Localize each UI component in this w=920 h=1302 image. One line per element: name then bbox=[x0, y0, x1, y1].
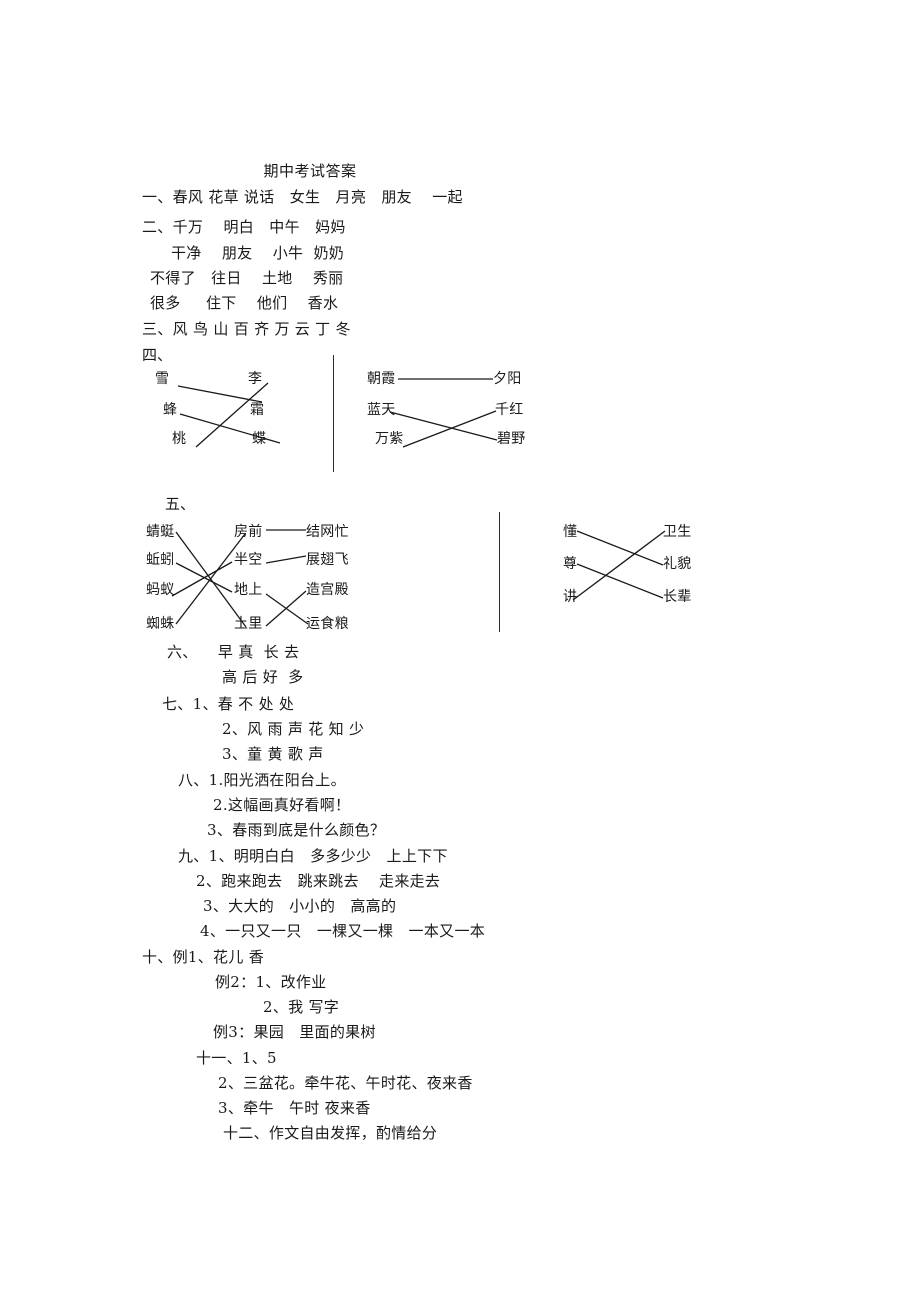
s4b-right-word-2: 千红 bbox=[495, 402, 524, 418]
section-7-line-1: 七、1、春 不 处 处 bbox=[162, 695, 295, 713]
s5-connector-dishang-yunshiliang bbox=[265, 593, 309, 625]
s5-connector-bankong-zhanchifei bbox=[265, 555, 307, 564]
section-9-line-1: 九、1、明明白白 多多少少 上上下下 bbox=[178, 847, 448, 865]
section-4-divider bbox=[333, 355, 334, 472]
s4b-connector-wanzi-qianhong bbox=[402, 410, 497, 448]
s5-col3-word-3: 造宫殿 bbox=[306, 582, 349, 598]
page-title-text: 期中考试答案 bbox=[263, 162, 357, 180]
s4-left-word-2: 蜂 bbox=[163, 402, 178, 418]
section-12-line: 十二、作文自由发挥，酌情给分 bbox=[223, 1124, 438, 1142]
section-11-line-2: 2、三盆花。牵牛花、午时花、夜来香 bbox=[218, 1074, 473, 1092]
s4b-right-word-1: 夕阳 bbox=[493, 371, 522, 387]
section-9-line-3: 3、大大的 小小的 高高的 bbox=[203, 897, 397, 915]
s5-col3-word-2: 展翅飞 bbox=[306, 552, 349, 568]
section-5-label: 五、 bbox=[165, 495, 196, 513]
s5-connector-qingting-tuli bbox=[175, 531, 247, 628]
s5-connector-mayi-bankong bbox=[171, 561, 233, 597]
section-5-divider bbox=[499, 512, 500, 632]
s4b-left-word-1: 朝霞 bbox=[367, 371, 396, 387]
s5-connector-zhizhu-fangqian bbox=[175, 533, 246, 625]
section-3-line: 三、风 鸟 山 百 齐 万 云 丁 冬 bbox=[142, 320, 351, 338]
s4b-right-word-3: 碧野 bbox=[497, 431, 526, 447]
section-2-line-4: 很多 住下 他们 香水 bbox=[150, 294, 339, 312]
s5b-left-word-3: 讲 bbox=[563, 589, 578, 605]
page-title: 期中考试答案 bbox=[0, 160, 920, 181]
s5-col1-word-2: 蚯蚓 bbox=[146, 552, 175, 568]
section-9-line-2: 2、跑来跑去 跳来跳去 走来走去 bbox=[196, 872, 441, 890]
s4b-left-word-2: 蓝天 bbox=[367, 402, 396, 418]
section-7-line-3: 3、童 黄 歌 声 bbox=[222, 745, 324, 763]
s5b-connector-jiang-weisheng bbox=[572, 530, 666, 601]
s5b-connector-zun-changbei bbox=[576, 563, 664, 599]
section-11-line-3: 3、牵牛 午时 夜来香 bbox=[218, 1099, 371, 1117]
s5-col2-word-1: 房前 bbox=[234, 524, 263, 540]
section-10-line-1: 十、例1、花儿 香 bbox=[142, 948, 265, 966]
section-9-line-4: 4、一只又一只 一棵又一棵 一本又一本 bbox=[200, 922, 486, 940]
s4-right-word-2: 霜 bbox=[250, 402, 265, 418]
section-8-line-3: 3、春雨到底是什么颜色？ bbox=[207, 821, 386, 839]
section-10-line-2: 例2：1、改作业 bbox=[215, 973, 327, 991]
section-11-line-1: 十一、1、5 bbox=[196, 1049, 277, 1067]
s5-col1-word-3: 蚂蚁 bbox=[146, 582, 175, 598]
section-6-line-2: 高 后 好 多 bbox=[222, 668, 304, 686]
section-8-line-2: 2.这幅画真好看啊！ bbox=[213, 796, 351, 814]
s4-right-word-1: 李 bbox=[248, 371, 263, 387]
s5-col3-word-4: 运食粮 bbox=[306, 616, 349, 632]
s4-connector-xue-shuang bbox=[177, 385, 263, 403]
s4b-left-word-3: 万紫 bbox=[375, 431, 404, 447]
s4-left-word-1: 雪 bbox=[155, 371, 170, 387]
s5b-left-word-1: 懂 bbox=[563, 524, 578, 540]
section-6-line-1: 六、 早 真 长 去 bbox=[167, 643, 300, 661]
s5b-connector-dong-limao bbox=[576, 530, 664, 566]
s5-col2-word-2: 半空 bbox=[234, 552, 263, 568]
s4-left-word-3: 桃 bbox=[172, 431, 187, 447]
section-10-line-4: 例3：果园 里面的果树 bbox=[213, 1023, 376, 1041]
s5b-right-word-3: 长辈 bbox=[663, 589, 692, 605]
section-7-line-2: 2、风 雨 声 花 知 少 bbox=[222, 720, 365, 738]
s5-col1-word-1: 蜻蜓 bbox=[146, 524, 175, 540]
s5-col1-word-4: 蜘蛛 bbox=[146, 616, 175, 632]
section-2-line-2: 干净 朋友 小牛 奶奶 bbox=[171, 244, 345, 262]
s5b-right-word-2: 礼貌 bbox=[663, 556, 692, 572]
section-8-line-1: 八、1.阳光洒在阳台上。 bbox=[178, 771, 346, 789]
s5-col2-word-4: 土里 bbox=[234, 616, 263, 632]
section-2-line-1: 二、千万 明白 中午 妈妈 bbox=[142, 218, 346, 236]
s5-col3-word-1: 结网忙 bbox=[306, 524, 349, 540]
s5-connector-tuli-zaogongdian bbox=[265, 590, 307, 627]
s4b-connector-lantian-biye bbox=[389, 411, 498, 441]
section-1-line: 一、春风 花草 说话 女生 月亮 朋友 一起 bbox=[142, 188, 463, 206]
s5-connector-qiuyin-dishang bbox=[175, 562, 233, 593]
section-2-line-3: 不得了 往日 土地 秀丽 bbox=[150, 269, 344, 287]
section-10-line-3: 2、我 写字 bbox=[263, 998, 340, 1016]
section-4-label: 四、 bbox=[142, 346, 173, 364]
s5b-left-word-2: 尊 bbox=[563, 556, 578, 572]
document-page: 期中考试答案 一、春风 花草 说话 女生 月亮 朋友 一起 二、千万 明白 中午… bbox=[0, 0, 920, 1302]
s5-col2-word-3: 地上 bbox=[234, 582, 263, 598]
s5b-right-word-1: 卫生 bbox=[663, 524, 692, 540]
s4-right-word-3: 蝶 bbox=[252, 431, 267, 447]
